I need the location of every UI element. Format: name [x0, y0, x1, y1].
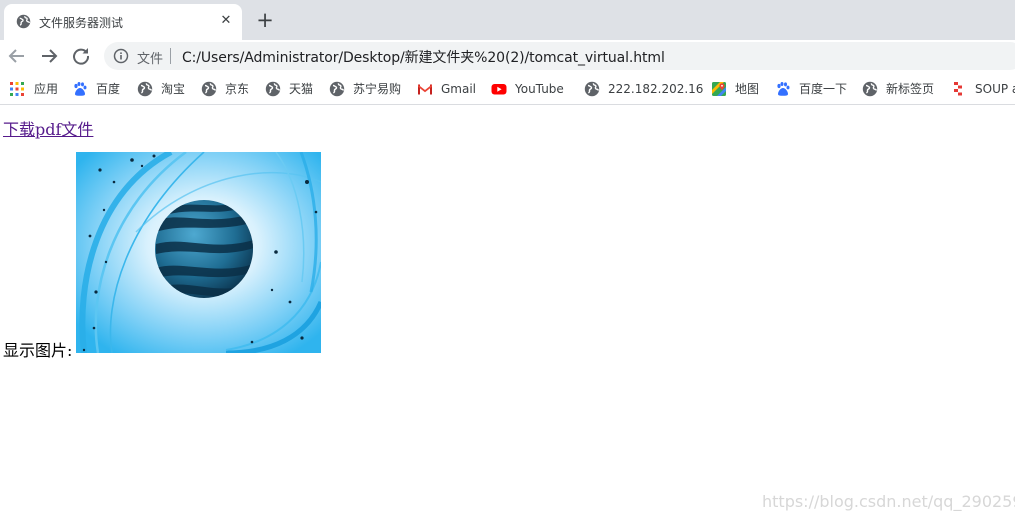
- bookmark-ip-address[interactable]: 222.182.202.16: [584, 72, 704, 104]
- bookmark-label: 百度一下: [799, 82, 848, 96]
- tab-strip: 文件服务器测试 ✕ +: [0, 0, 1015, 40]
- download-pdf-link[interactable]: 下载pdf文件: [3, 116, 93, 140]
- url-text[interactable]: C:/Users/Administrator/Desktop/新建文件夹%20(…: [182, 47, 665, 67]
- bookmark-label: 新标签页: [886, 82, 935, 96]
- bookmark-jd[interactable]: 京东: [201, 72, 250, 104]
- baidu-paw-icon: [775, 81, 791, 97]
- scheme-label: 文件: [137, 52, 164, 67]
- watermark-text: https://blog.csdn.net/qq_29025955: [762, 492, 1015, 511]
- bookmark-label: 百度: [96, 82, 121, 96]
- globe-icon: [16, 14, 31, 29]
- bookmark-tmall[interactable]: 天猫: [265, 72, 314, 104]
- bookmark-suning[interactable]: 苏宁易购: [329, 72, 402, 104]
- new-tab-button[interactable]: +: [255, 10, 275, 31]
- bookmark-label: SOUP a: [975, 81, 1015, 96]
- maps-pin-icon: [711, 81, 727, 97]
- bookmark-label: Gmail: [441, 81, 477, 96]
- baidu-paw-icon: [72, 81, 88, 97]
- bookmark-label: 222.182.202.16: [608, 81, 704, 96]
- forward-arrow-icon[interactable]: [37, 44, 61, 68]
- bookmarks-bar: 应用 百度 淘宝 京东 天猫 苏宁易购 Gmail YouTube 222.18…: [0, 72, 1015, 105]
- youtube-icon: [491, 81, 507, 97]
- reload-icon[interactable]: [69, 44, 93, 68]
- bookmark-label: 应用: [34, 82, 59, 96]
- gmail-icon: [417, 81, 433, 97]
- planet-image: [76, 152, 321, 353]
- bookmark-label: 京东: [225, 82, 250, 96]
- globe-icon: [862, 81, 878, 97]
- globe-icon: [137, 81, 153, 97]
- tab-close-icon[interactable]: ✕: [217, 12, 235, 30]
- back-arrow-icon[interactable]: [5, 44, 29, 68]
- bookmark-apps[interactable]: 应用: [10, 72, 59, 104]
- soup-icon: [951, 81, 967, 97]
- bookmark-label: 天猫: [289, 82, 314, 96]
- bookmark-label: 苏宁易购: [353, 82, 402, 96]
- bookmark-label: 淘宝: [161, 82, 186, 96]
- bookmark-soup[interactable]: SOUP a: [951, 72, 1015, 104]
- bookmark-label: 地图: [735, 82, 760, 96]
- active-tab[interactable]: 文件服务器测试 ✕: [4, 4, 242, 40]
- address-bar[interactable]: 文件 C:/Users/Administrator/Desktop/新建文件夹%…: [104, 42, 1015, 70]
- bookmark-gmail[interactable]: Gmail: [417, 72, 477, 104]
- bookmark-new-tab-page[interactable]: 新标签页: [862, 72, 935, 104]
- image-label: 显示图片:: [3, 341, 73, 360]
- globe-icon: [329, 81, 345, 97]
- info-icon[interactable]: [113, 48, 129, 64]
- apps-grid-icon: [10, 81, 26, 97]
- browser-toolbar: 文件 C:/Users/Administrator/Desktop/新建文件夹%…: [0, 40, 1015, 72]
- bookmark-maps[interactable]: 地图: [711, 72, 760, 104]
- bookmark-label: YouTube: [515, 81, 564, 96]
- bookmark-youtube[interactable]: YouTube: [491, 72, 564, 104]
- bookmark-taobao[interactable]: 淘宝: [137, 72, 186, 104]
- tab-title: 文件服务器测试: [39, 16, 124, 30]
- bookmark-baidu[interactable]: 百度: [72, 72, 121, 104]
- omnibox-divider: [170, 48, 171, 64]
- globe-icon: [265, 81, 281, 97]
- globe-icon: [201, 81, 217, 97]
- globe-icon: [584, 81, 600, 97]
- page-content: 下载pdf文件 显示图片: https://blog.csdn.net/qq_2…: [0, 106, 1015, 521]
- bookmark-baidu-search[interactable]: 百度一下: [775, 72, 848, 104]
